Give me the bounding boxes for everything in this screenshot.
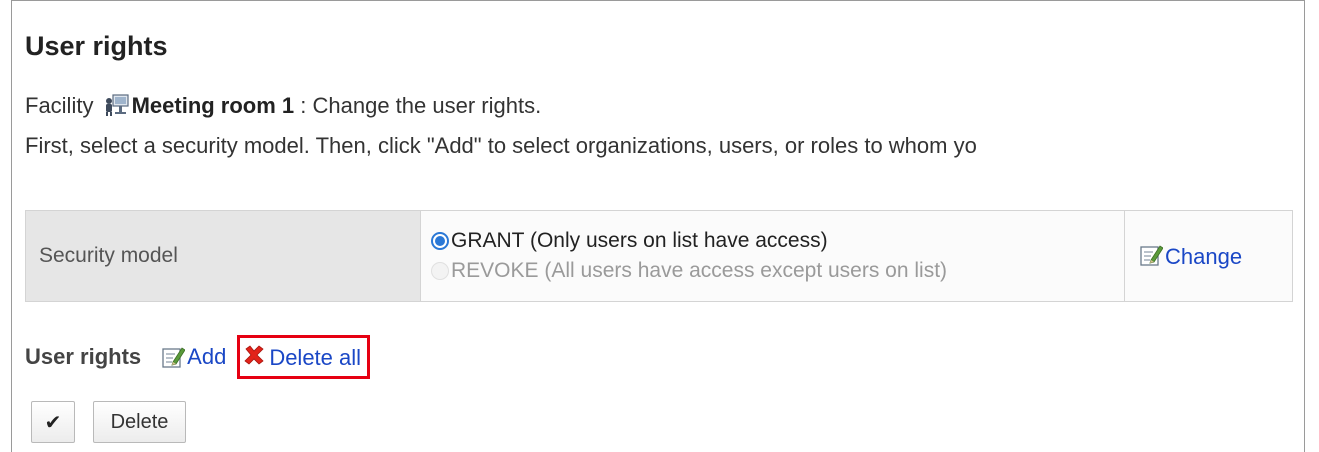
- facility-suffix: : Change the user rights.: [294, 93, 542, 118]
- content-frame: User rights Facility Meeting room 1 : Ch…: [11, 0, 1305, 452]
- add-label: Add: [187, 344, 227, 369]
- security-model-options: GRANT (Only users on list have access) R…: [420, 210, 1125, 302]
- facility-name: Meeting room 1: [131, 93, 295, 118]
- change-label: Change: [1165, 243, 1243, 269]
- user-rights-toolbar: User rights Add Delete all: [25, 335, 371, 379]
- facility-prefix: Facility: [25, 93, 94, 118]
- radio-revoke-unselected-icon: [431, 262, 449, 280]
- red-x-icon: [244, 345, 264, 365]
- delete-all-label: Delete all: [269, 345, 362, 370]
- radio-grant-label: GRANT (Only users on list have access): [451, 229, 828, 252]
- security-model-row: Security model GRANT (Only users on list…: [25, 210, 1293, 302]
- radio-grant-selected-icon[interactable]: [431, 232, 449, 250]
- change-link[interactable]: Change: [1139, 244, 1242, 269]
- delete-all-highlight: Delete all: [237, 335, 371, 379]
- instruction-text: First, select a security model. Then, cl…: [25, 133, 977, 158]
- edit-icon: [1140, 244, 1163, 266]
- security-model-label: Security model: [25, 210, 421, 302]
- user-rights-label: User rights: [25, 344, 142, 369]
- change-cell: Change: [1124, 210, 1293, 302]
- facility-description: Facility Meeting room 1 : Change the use…: [25, 93, 541, 119]
- edit-icon: [162, 347, 186, 368]
- security-model-table: Security model GRANT (Only users on list…: [25, 210, 1293, 302]
- page-title: User rights: [25, 31, 168, 61]
- select-all-checkbox-button[interactable]: ✔: [31, 401, 75, 443]
- radio-option-revoke: REVOKE (All users have access except use…: [431, 256, 1124, 286]
- radio-revoke-label: REVOKE (All users have access except use…: [451, 259, 948, 282]
- radio-option-grant[interactable]: GRANT (Only users on list have access): [431, 226, 1124, 256]
- delete-all-link[interactable]: Delete all: [242, 343, 361, 371]
- add-link[interactable]: Add: [161, 344, 226, 370]
- delete-button[interactable]: Delete: [93, 401, 186, 443]
- facility-icon: [105, 94, 129, 116]
